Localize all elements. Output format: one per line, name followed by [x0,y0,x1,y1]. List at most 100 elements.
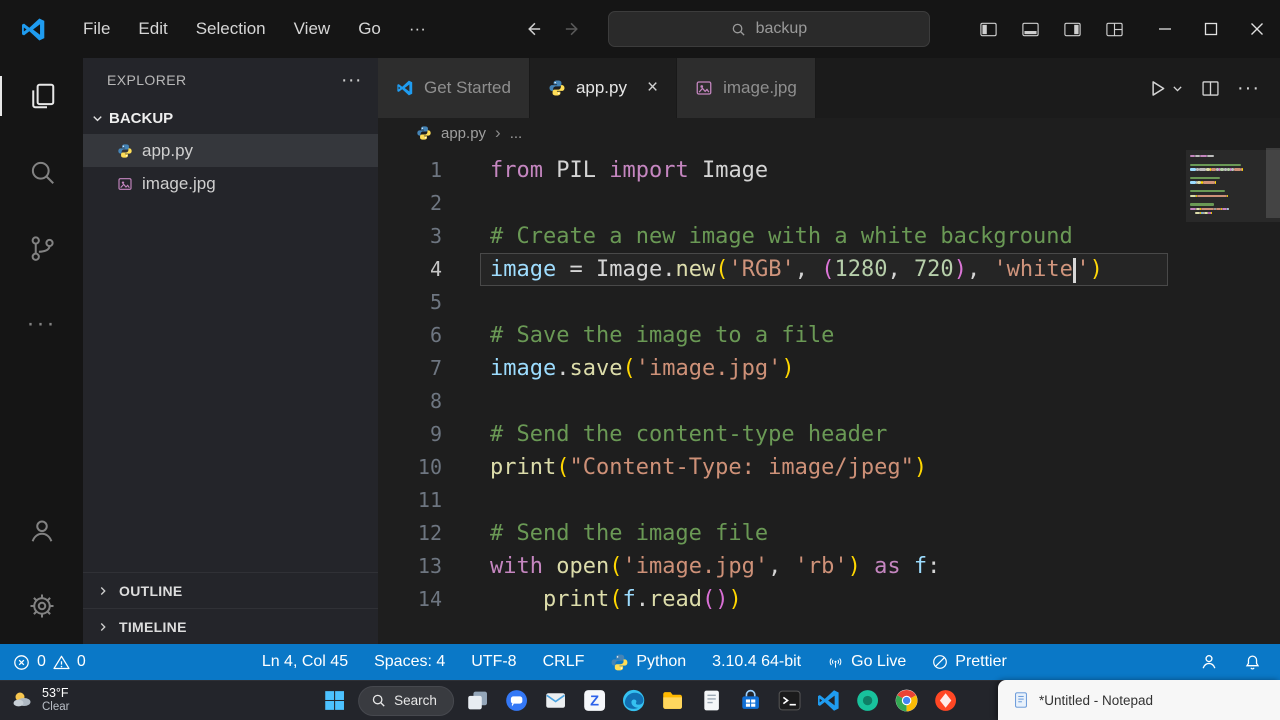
start-button[interactable] [319,686,349,716]
customize-layout-icon[interactable] [1096,11,1132,47]
line-number[interactable]: 4 [378,253,464,286]
tab-app-py[interactable]: app.py× [530,58,677,118]
taskbar-icon-pycharm[interactable] [853,686,883,716]
toggle-secondary-sidebar-icon[interactable] [1054,11,1090,47]
run-python-button[interactable] [1147,78,1184,99]
toggle-sidebar-icon[interactable] [970,11,1006,47]
line-number[interactable]: 11 [378,484,464,517]
more-actions-icon[interactable]: ··· [0,286,83,362]
menu-file[interactable]: File [69,12,124,46]
eol-setting[interactable]: CRLF [530,644,598,680]
taskbar-icon-notes[interactable] [697,686,727,716]
file-item-app-py[interactable]: app.py [83,134,378,167]
menu-more[interactable]: ··· [395,12,440,46]
line-number[interactable]: 6 [378,319,464,352]
line-number[interactable]: 3 [378,220,464,253]
code-line-2[interactable]: 2 [378,187,1280,220]
taskbar-icon-terminal[interactable] [775,686,805,716]
menu-view[interactable]: View [280,12,345,46]
problems-indicator[interactable]: 0 0 [0,644,99,680]
code-editor[interactable]: 1from PIL import Image23# Create a new i… [378,148,1280,644]
tab-get-started[interactable]: Get Started [378,58,530,118]
line-number[interactable]: 14 [378,583,464,616]
tab-image-jpg[interactable]: image.jpg [677,58,816,118]
python-interpreter[interactable]: 3.10.4 64-bit [699,644,814,680]
explorer-more-icon[interactable]: ··· [341,69,362,92]
source-control-icon[interactable] [0,210,83,286]
file-item-image-jpg[interactable]: image.jpg [83,167,378,200]
taskbar-icon-brave[interactable] [931,686,961,716]
menu-go[interactable]: Go [344,12,395,46]
minimap[interactable] [1190,154,1266,215]
code-line-10[interactable]: 10print("Content-Type: image/jpeg") [378,451,1280,484]
line-number[interactable]: 1 [378,154,464,187]
maximize-button[interactable] [1188,0,1234,58]
explorer-icon[interactable] [0,58,83,134]
code-line-3[interactable]: 3# Create a new image with a white backg… [378,220,1280,253]
notifications-button[interactable] [1231,644,1274,680]
vscode-icon [396,79,414,97]
prettier-button[interactable]: Prettier [919,644,1020,680]
taskbar-icon-folder[interactable] [658,686,688,716]
command-center-search[interactable]: backup [608,11,930,47]
menu-edit[interactable]: Edit [124,12,181,46]
settings-gear-icon[interactable] [0,568,83,644]
menu-selection[interactable]: Selection [182,12,280,46]
forward-arrow-icon[interactable] [563,20,582,39]
chevron-right-icon [95,583,111,599]
weather-widget[interactable]: 53°F Clear [0,687,69,713]
line-number[interactable]: 8 [378,385,464,418]
panel-label: TIMELINE [119,619,187,635]
code-line-5[interactable]: 5 [378,286,1280,319]
minimize-button[interactable] [1142,0,1188,58]
close-button[interactable] [1234,0,1280,58]
code-line-1[interactable]: 1from PIL import Image [378,154,1280,187]
taskbar-icon-zoom[interactable]: Z [580,686,610,716]
toggle-panel-icon[interactable] [1012,11,1048,47]
code-text [464,484,490,517]
code-line-11[interactable]: 11 [378,484,1280,517]
taskbar-icon-task-view[interactable] [463,686,493,716]
panel-timeline[interactable]: TIMELINE [83,608,378,644]
line-number[interactable]: 7 [378,352,464,385]
line-number[interactable]: 10 [378,451,464,484]
feedback-button[interactable] [1187,644,1231,680]
indentation-setting[interactable]: Spaces: 4 [361,644,458,680]
code-line-7[interactable]: 7image.save('image.jpg') [378,352,1280,385]
breadcrumb[interactable]: app.py › ... [378,118,1280,148]
split-editor-icon[interactable] [1200,78,1221,99]
taskbar-icon-teams[interactable] [502,686,532,716]
taskbar-icon-chrome[interactable] [892,686,922,716]
taskbar-search[interactable]: Search [358,686,454,716]
line-number[interactable]: 13 [378,550,464,583]
code-line-12[interactable]: 12# Send the image file [378,517,1280,550]
close-tab-icon[interactable]: × [647,77,658,99]
code-line-6[interactable]: 6# Save the image to a file [378,319,1280,352]
folder-section-backup[interactable]: BACKUP [83,102,378,134]
taskbar-icon-mail[interactable] [541,686,571,716]
code-line-9[interactable]: 9# Send the content-type header [378,418,1280,451]
taskbar-icon-vscode[interactable] [814,686,844,716]
search-sidebar-icon[interactable] [0,134,83,210]
line-number[interactable]: 12 [378,517,464,550]
code-line-4[interactable]: 4image = Image.new('RGB', (1280, 720), '… [378,253,1280,286]
language-mode[interactable]: Python [597,644,699,680]
account-icon[interactable] [0,492,83,568]
go-live-button[interactable]: Go Live [814,644,919,680]
line-number[interactable]: 9 [378,418,464,451]
cursor-position[interactable]: Ln 4, Col 45 [249,644,361,680]
code-line-14[interactable]: 14 print(f.read()) [378,583,1280,616]
code-line-13[interactable]: 13with open('image.jpg', 'rb') as f: [378,550,1280,583]
taskbar-icon-store[interactable] [736,686,766,716]
code-text [464,187,490,220]
back-arrow-icon[interactable] [524,20,543,39]
line-number[interactable]: 5 [378,286,464,319]
editor-more-actions-icon[interactable]: ··· [1237,77,1260,100]
notepad-window-peek[interactable]: *Untitled - Notepad [998,680,1280,720]
line-number[interactable]: 2 [378,187,464,220]
code-line-8[interactable]: 8 [378,385,1280,418]
editor-scrollbar[interactable] [1266,148,1280,218]
taskbar-icon-edge[interactable] [619,686,649,716]
encoding-setting[interactable]: UTF-8 [458,644,529,680]
panel-outline[interactable]: OUTLINE [83,572,378,608]
